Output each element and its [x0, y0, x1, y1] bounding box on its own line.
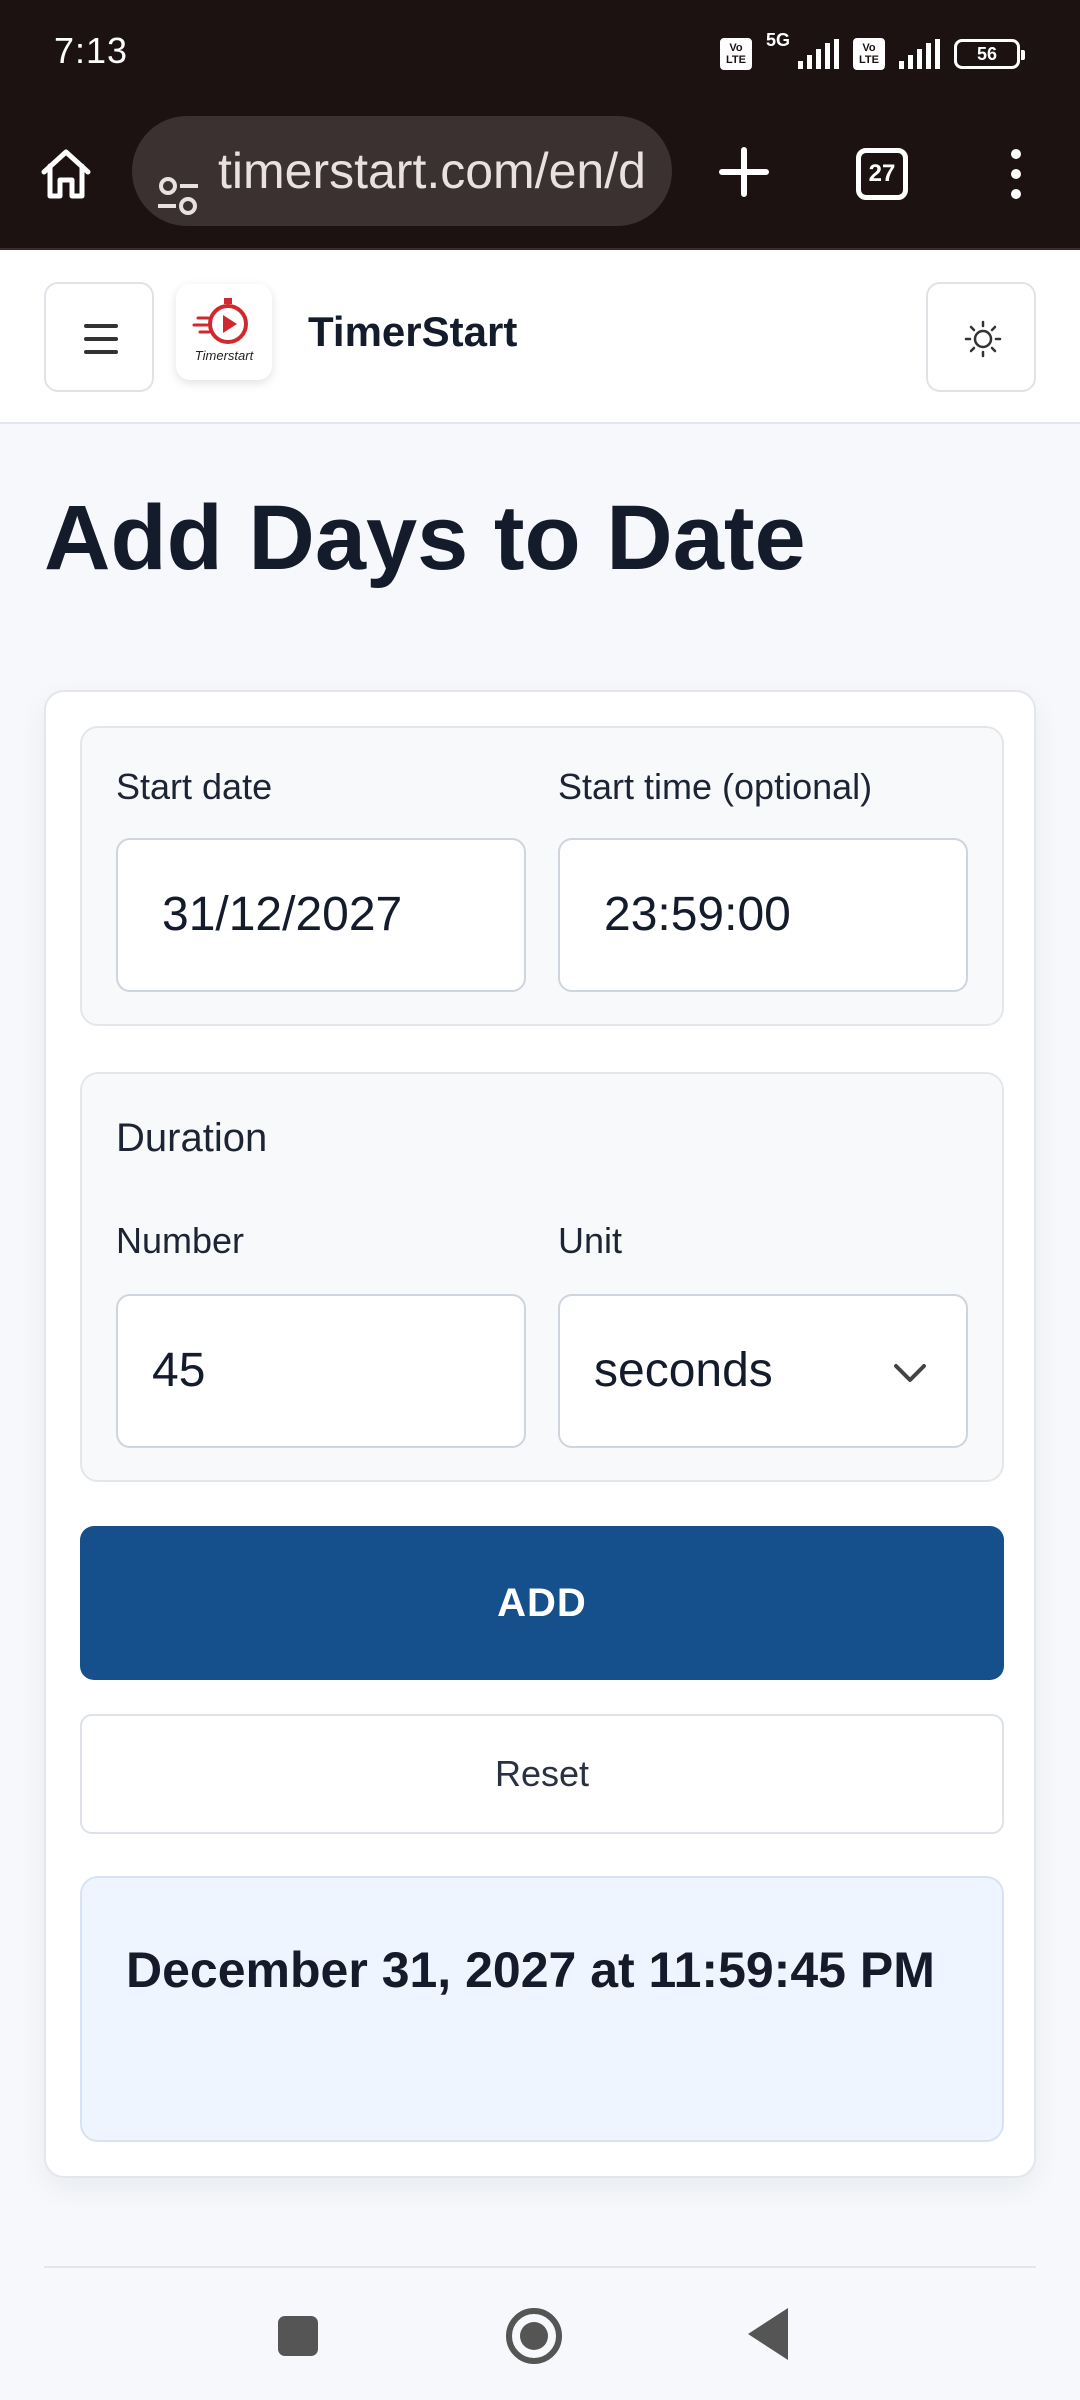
- theme-toggle-button[interactable]: [926, 282, 1036, 392]
- url-bar[interactable]: timerstart.com/en/d: [132, 116, 672, 226]
- system-nav-bar: [0, 2268, 1080, 2400]
- browser-toolbar: timerstart.com/en/d 27: [0, 108, 1080, 250]
- start-time-field[interactable]: 23:59:00: [558, 838, 968, 992]
- start-time-value: 23:59:00: [604, 888, 791, 941]
- unit-select[interactable]: seconds: [558, 1294, 968, 1448]
- start-date-value: 31/12/2027: [162, 888, 403, 941]
- hamburger-icon: [84, 324, 118, 328]
- logo[interactable]: Timerstart: [176, 284, 272, 380]
- start-time-label: Start time (optional): [558, 766, 873, 807]
- hamburger-icon-line: [84, 350, 118, 354]
- back-icon[interactable]: [748, 2308, 788, 2360]
- start-panel: Start date Start time (optional) 31/12/2…: [80, 726, 1004, 1026]
- status-bar: 7:13 Vo LTE 5G Vo LTE 56: [0, 0, 1080, 108]
- stopwatch-icon: [192, 298, 248, 344]
- home-nav-icon[interactable]: [506, 2308, 562, 2364]
- status-icons: Vo LTE 5G Vo LTE 56: [719, 30, 1025, 78]
- unit-value: seconds: [594, 1344, 773, 1397]
- start-date-label: Start date: [116, 766, 273, 807]
- overflow-menu-icon[interactable]: [996, 144, 1036, 204]
- volte-icon-2: Vo LTE: [853, 38, 885, 70]
- chevron-down-icon: [894, 1364, 926, 1382]
- page-title: Add Days to Date: [44, 487, 806, 589]
- number-label: Number: [116, 1220, 245, 1261]
- recents-icon[interactable]: [278, 2316, 318, 2356]
- calculator-card: Start date Start time (optional) 31/12/2…: [44, 690, 1036, 2178]
- home-icon[interactable]: [36, 144, 96, 204]
- status-time: 7:13: [54, 30, 129, 71]
- duration-heading: Duration: [116, 1116, 268, 1160]
- volte-icon: Vo LTE: [719, 38, 752, 70]
- number-value: 45: [152, 1344, 206, 1397]
- sun-icon: [964, 320, 1002, 358]
- signal-icon: [798, 39, 839, 69]
- brand-name[interactable]: TimerStart: [308, 308, 517, 356]
- network-type: 5G: [765, 30, 790, 50]
- start-date-field[interactable]: 31/12/2027: [116, 838, 526, 992]
- hamburger-icon-line: [84, 337, 118, 341]
- signal-icon-2: [899, 39, 940, 69]
- tabs-icon[interactable]: 27: [856, 148, 908, 200]
- hamburger-menu-button[interactable]: [44, 282, 154, 392]
- duration-panel: Duration Number Unit 45 seconds: [80, 1072, 1004, 1482]
- battery-icon: 56: [954, 39, 1025, 69]
- number-input[interactable]: 45: [116, 1294, 526, 1448]
- result-box: December 31, 2027 at 11:59:45 PM: [80, 1876, 1004, 2142]
- logo-text: Timerstart: [194, 348, 254, 363]
- result-text: December 31, 2027 at 11:59:45 PM: [126, 1942, 935, 1998]
- site-header: Timerstart TimerStart: [0, 250, 1080, 424]
- url-text: timerstart.com/en/d: [218, 143, 646, 199]
- unit-label: Unit: [558, 1220, 623, 1261]
- add-button[interactable]: ADD: [80, 1526, 1004, 1680]
- site-settings-icon[interactable]: [154, 148, 202, 215]
- new-tab-icon[interactable]: [714, 142, 774, 202]
- reset-button[interactable]: Reset: [80, 1714, 1004, 1834]
